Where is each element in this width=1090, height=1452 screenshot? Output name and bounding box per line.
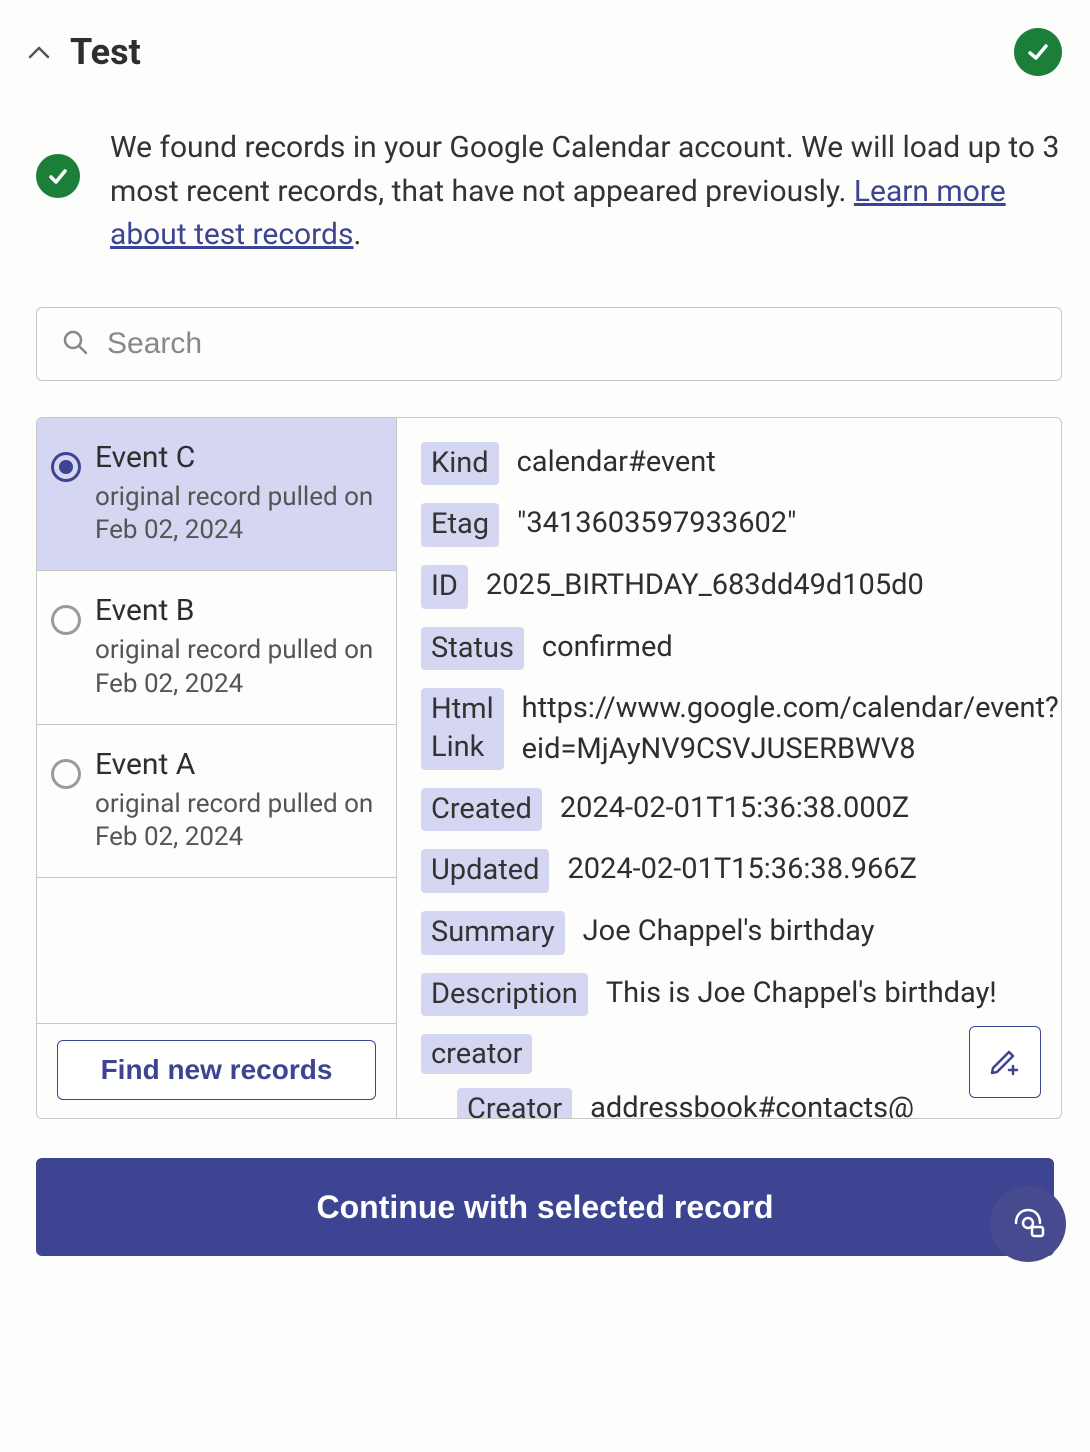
continue-button[interactable]: Continue with selected record bbox=[36, 1158, 1054, 1256]
field-value: https://www.google.com/calendar/event?ei… bbox=[522, 688, 1061, 769]
event-title: Event A bbox=[95, 747, 374, 782]
info-message: We found records in your Google Calendar… bbox=[28, 126, 1062, 257]
field-label: creator bbox=[421, 1034, 532, 1074]
headset-chat-icon bbox=[1008, 1203, 1048, 1246]
event-title: Event B bbox=[95, 593, 374, 628]
field-value: Joe Chappel's birthday bbox=[583, 911, 1061, 952]
field-label: Html Link bbox=[421, 688, 504, 769]
record-details: Kind calendar#event Etag "34136035979336… bbox=[397, 418, 1061, 1118]
field-label: Status bbox=[421, 627, 524, 671]
field-updated: Updated 2024-02-01T15:36:38.966Z bbox=[421, 849, 1061, 893]
events-list: Event C original record pulled on Feb 02… bbox=[37, 418, 397, 1118]
event-item[interactable]: Event C original record pulled on Feb 02… bbox=[37, 418, 396, 572]
info-text-after: . bbox=[353, 217, 361, 252]
field-value: 2024-02-01T15:36:38.000Z bbox=[560, 788, 1061, 829]
field-description: Description This is Joe Chappel's birthd… bbox=[421, 973, 1061, 1017]
records-panel: Event C original record pulled on Feb 02… bbox=[36, 417, 1062, 1119]
search-input[interactable] bbox=[107, 327, 1037, 361]
event-item[interactable]: Event A original record pulled on Feb 02… bbox=[37, 725, 396, 879]
field-label: Updated bbox=[421, 849, 549, 893]
field-value: 2024-02-01T15:36:38.966Z bbox=[567, 849, 1061, 890]
field-label: Summary bbox=[421, 911, 565, 955]
success-check-icon bbox=[36, 154, 80, 198]
section-header: Test bbox=[28, 28, 1062, 76]
edit-plus-icon bbox=[987, 1042, 1023, 1081]
search-box[interactable] bbox=[36, 307, 1062, 381]
field-value: confirmed bbox=[542, 627, 1061, 668]
field-status: Status confirmed bbox=[421, 627, 1061, 671]
success-check-icon bbox=[1014, 28, 1062, 76]
field-value: 2025_BIRTHDAY_683dd49d105d0 bbox=[486, 565, 1061, 606]
field-value: This is Joe Chappel's birthday! bbox=[606, 973, 1061, 1014]
field-created: Created 2024-02-01T15:36:38.000Z bbox=[421, 788, 1061, 832]
field-label: Creator bbox=[457, 1088, 572, 1117]
field-etag: Etag "3413603597933602" bbox=[421, 503, 1061, 547]
field-html-link: Html Link https://www.google.com/calenda… bbox=[421, 688, 1061, 769]
section-title: Test bbox=[70, 31, 141, 73]
field-kind: Kind calendar#event bbox=[421, 442, 1061, 486]
event-item[interactable]: Event B original record pulled on Feb 02… bbox=[37, 571, 396, 725]
find-new-records-button[interactable]: Find new records bbox=[57, 1040, 376, 1100]
field-value: "3413603597933602" bbox=[517, 503, 1061, 544]
support-fab[interactable] bbox=[990, 1186, 1066, 1262]
field-value: calendar#event bbox=[517, 442, 1061, 483]
field-label-line1: Html bbox=[431, 692, 494, 726]
event-subtitle: original record pulled on Feb 02, 2024 bbox=[95, 788, 374, 856]
chevron-up-icon[interactable] bbox=[28, 41, 50, 63]
field-label: Created bbox=[421, 788, 542, 832]
field-label: ID bbox=[421, 565, 468, 609]
find-row: Find new records bbox=[37, 1024, 396, 1118]
event-title: Event C bbox=[95, 440, 374, 475]
list-spacer bbox=[37, 878, 396, 1023]
field-creator: creator Creator addressbook#contacts@ bbox=[421, 1034, 1061, 1117]
radio-icon[interactable] bbox=[51, 452, 81, 482]
field-label: Etag bbox=[421, 503, 499, 547]
edit-button[interactable] bbox=[969, 1026, 1041, 1098]
radio-icon[interactable] bbox=[51, 605, 81, 635]
info-text: We found records in your Google Calendar… bbox=[110, 126, 1062, 257]
field-label-line2: Link bbox=[431, 730, 484, 764]
field-label: Description bbox=[421, 973, 588, 1017]
event-subtitle: original record pulled on Feb 02, 2024 bbox=[95, 634, 374, 702]
radio-icon[interactable] bbox=[51, 759, 81, 789]
header-left: Test bbox=[28, 31, 141, 73]
search-icon bbox=[61, 328, 89, 360]
field-summary: Summary Joe Chappel's birthday bbox=[421, 911, 1061, 955]
event-subtitle: original record pulled on Feb 02, 2024 bbox=[95, 481, 374, 549]
field-id: ID 2025_BIRTHDAY_683dd49d105d0 bbox=[421, 565, 1061, 609]
field-label: Kind bbox=[421, 442, 499, 486]
